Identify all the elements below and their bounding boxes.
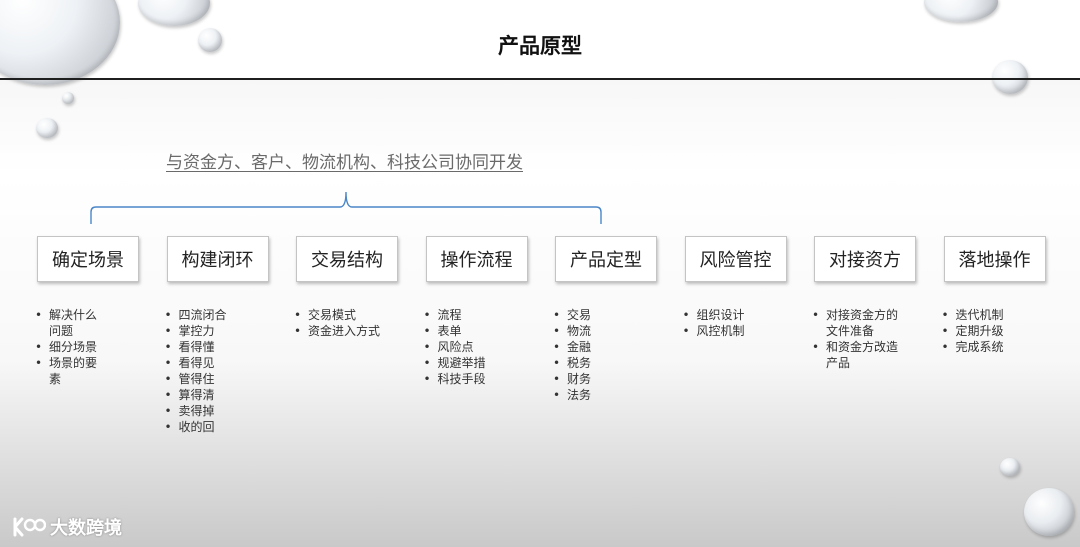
step-bullet-list: 迭代机制定期升级完成系统 xyxy=(940,307,1020,355)
step-bullet-list: 对接资金方的文件准备和资金方改造产品 xyxy=(810,307,900,371)
bullet-item: 场景的要素 xyxy=(33,355,107,387)
step-box: 对接资方 xyxy=(814,236,916,282)
bullet-item: 对接资金方的文件准备 xyxy=(810,307,900,339)
step-bullet-list: 交易模式资金进入方式 xyxy=(292,307,382,339)
group-bracket xyxy=(90,191,602,224)
slide: 产品原型 与资金方、客户、物流机构、科技公司协同开发 确定场景解决什么问题细分场… xyxy=(0,0,1080,547)
bullet-item: 收的回 xyxy=(163,419,243,435)
bullet-item: 管得住 xyxy=(163,371,243,387)
step-bullet-list: 解决什么问题细分场景场景的要素 xyxy=(33,307,107,387)
bullet-item: 交易 xyxy=(551,307,631,323)
step-bullet-list: 组织设计风控机制 xyxy=(681,307,761,339)
bullet-item: 四流闭合 xyxy=(163,307,243,323)
bullet-item: 看得见 xyxy=(163,355,243,371)
watermark-logo-icon xyxy=(13,517,46,537)
bullet-item: 细分场景 xyxy=(33,339,107,355)
watermark-text: 大数跨境 xyxy=(50,518,122,539)
bullet-item: 税务 xyxy=(551,355,631,371)
step-box: 产品定型 xyxy=(555,236,657,282)
bullet-item: 科技手段 xyxy=(422,371,502,387)
bullet-item: 迭代机制 xyxy=(940,307,1020,323)
bullet-item: 看得懂 xyxy=(163,339,243,355)
bullet-item: 定期升级 xyxy=(940,323,1020,339)
bracket-line xyxy=(90,191,602,224)
step-box: 构建闭环 xyxy=(166,236,269,282)
bullet-item: 交易模式 xyxy=(292,307,382,323)
bullet-item: 组织设计 xyxy=(681,307,761,323)
step-box: 确定场景 xyxy=(37,236,139,282)
step-bullet-list: 流程表单风险点规避举措科技手段 xyxy=(422,307,502,387)
step-bullet-list: 交易物流金融税务财务法务 xyxy=(551,307,631,403)
watermark-logo: 大数跨境 xyxy=(12,514,122,540)
bullet-item: 物流 xyxy=(551,323,631,339)
bullet-item: 解决什么问题 xyxy=(33,307,107,339)
bullet-item: 算得清 xyxy=(163,387,243,403)
bullet-item: 风控机制 xyxy=(681,323,761,339)
bullet-item: 表单 xyxy=(422,323,502,339)
bullet-item: 卖得掉 xyxy=(163,403,243,419)
bullet-item: 风险点 xyxy=(422,339,502,355)
bullet-item: 掌控力 xyxy=(163,323,243,339)
bullet-item: 资金进入方式 xyxy=(292,323,382,339)
bullet-item: 财务 xyxy=(551,371,631,387)
step-bullet-list: 四流闭合掌控力看得懂看得见管得住算得清卖得掉收的回 xyxy=(163,307,243,435)
bullet-item: 金融 xyxy=(551,339,631,355)
bullet-item: 法务 xyxy=(551,387,631,403)
step-box: 操作流程 xyxy=(425,236,528,282)
bullet-item: 规避举措 xyxy=(422,355,502,371)
step-box: 交易结构 xyxy=(296,236,398,282)
bullet-item: 流程 xyxy=(422,307,502,323)
bullet-item: 完成系统 xyxy=(940,339,1020,355)
step-box: 风险管控 xyxy=(684,236,787,282)
step-box: 落地操作 xyxy=(943,236,1046,282)
bullet-item: 和资金方改造产品 xyxy=(810,339,900,371)
